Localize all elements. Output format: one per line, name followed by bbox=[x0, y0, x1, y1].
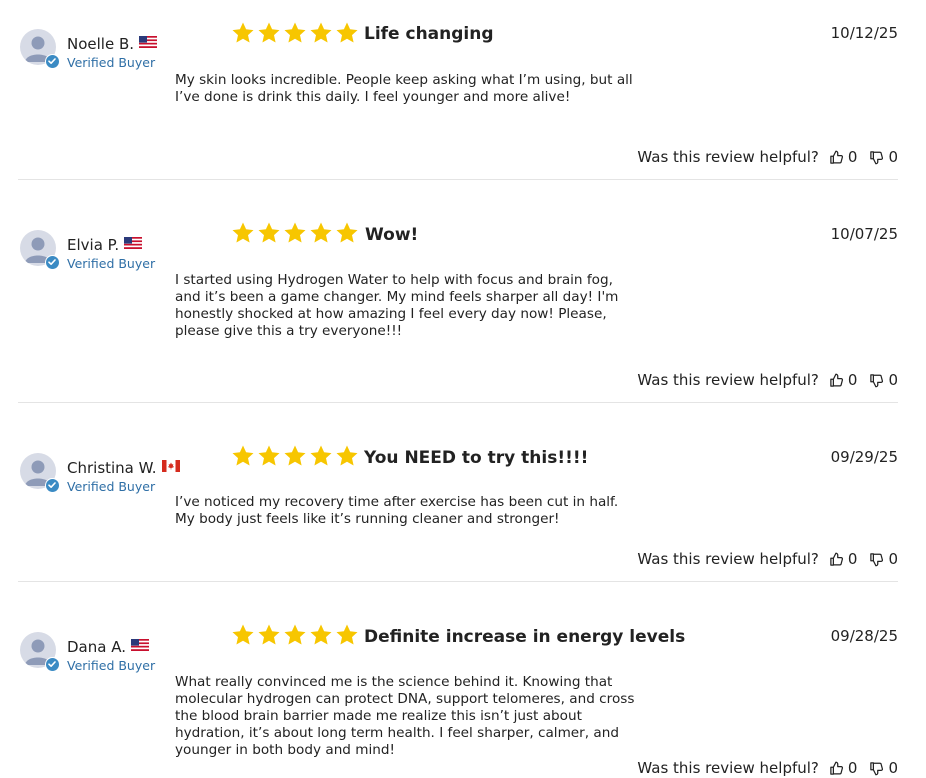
helpful-yes-button[interactable]: 0 bbox=[829, 550, 870, 568]
thumbs-down-icon bbox=[870, 373, 884, 387]
star-icon bbox=[336, 624, 358, 645]
star-icon bbox=[258, 222, 280, 243]
star-icon bbox=[232, 222, 254, 243]
helpful-prompt: Was this review helpful? bbox=[637, 148, 819, 166]
review-card: Elvia P. Verified Buyer Wow! 10/07/25 I … bbox=[18, 200, 898, 402]
helpful-prompt: Was this review helpful? bbox=[637, 371, 819, 389]
reviewer-name: Elvia P. bbox=[67, 235, 143, 254]
star-icon bbox=[284, 222, 306, 243]
helpful-no-button[interactable]: 0 bbox=[869, 550, 898, 568]
helpful-yes-button[interactable]: 0 bbox=[829, 148, 870, 166]
star-icon bbox=[336, 445, 358, 466]
verified-buyer-label: Verified Buyer bbox=[67, 479, 156, 494]
thumbs-down-icon bbox=[870, 761, 884, 775]
reviews-list: Noelle B. Verified Buyer Life changing 1… bbox=[0, 0, 926, 778]
star-icon bbox=[284, 445, 306, 466]
star-icon bbox=[310, 445, 332, 466]
review-divider bbox=[18, 402, 898, 403]
helpful-row: Was this review helpful? 0 0 bbox=[637, 371, 898, 389]
thumbs-up-icon bbox=[830, 150, 843, 164]
helpful-yes-count: 0 bbox=[847, 148, 858, 166]
verified-buyer-label: Verified Buyer bbox=[67, 55, 156, 70]
verified-check-icon bbox=[45, 255, 60, 270]
helpful-no-count: 0 bbox=[888, 148, 898, 166]
review-body: My skin looks incredible. People keep as… bbox=[175, 72, 633, 105]
review-date: 09/29/25 bbox=[830, 448, 898, 466]
review-card: Dana A. Verified Buyer Definite increase… bbox=[18, 602, 898, 778]
reviewer-name: Noelle B. bbox=[67, 34, 158, 53]
star-icon bbox=[232, 22, 254, 43]
star-rating bbox=[230, 21, 360, 45]
review-title: Life changing bbox=[364, 24, 494, 44]
star-icon bbox=[336, 22, 358, 43]
verified-buyer-label: Verified Buyer bbox=[67, 256, 156, 271]
review-title: Wow! bbox=[365, 225, 419, 245]
star-icon bbox=[284, 624, 306, 645]
review-date: 10/12/25 bbox=[830, 24, 898, 42]
review-divider bbox=[18, 179, 898, 180]
star-icon bbox=[284, 22, 306, 43]
thumbs-down-icon bbox=[870, 150, 884, 164]
helpful-row: Was this review helpful? 0 0 bbox=[637, 148, 898, 166]
helpful-no-count: 0 bbox=[888, 550, 898, 568]
review-divider bbox=[18, 581, 898, 582]
verified-buyer-label: Verified Buyer bbox=[67, 658, 156, 673]
star-icon bbox=[232, 624, 254, 645]
star-rating bbox=[230, 623, 360, 647]
review-card: Christina W. Verified Buyer You NEED to … bbox=[18, 423, 898, 581]
verified-check-icon bbox=[45, 478, 60, 493]
thumbs-up-icon bbox=[830, 552, 843, 566]
review-body: I’ve noticed my recovery time after exer… bbox=[175, 494, 619, 527]
helpful-prompt: Was this review helpful? bbox=[637, 759, 819, 777]
helpful-yes-button[interactable]: 0 bbox=[829, 759, 870, 777]
helpful-yes-button[interactable]: 0 bbox=[829, 371, 870, 389]
helpful-no-count: 0 bbox=[888, 759, 898, 777]
review-date: 09/28/25 bbox=[830, 627, 898, 645]
helpful-yes-count: 0 bbox=[847, 550, 858, 568]
review-body: I started using Hydrogen Water to help w… bbox=[175, 272, 619, 339]
helpful-no-button[interactable]: 0 bbox=[869, 371, 898, 389]
us-flag-icon bbox=[130, 637, 149, 655]
helpful-no-button[interactable]: 0 bbox=[869, 759, 898, 777]
us-flag-icon bbox=[124, 235, 143, 253]
review-date: 10/07/25 bbox=[830, 225, 898, 243]
star-icon bbox=[336, 222, 358, 243]
thumbs-up-icon bbox=[830, 373, 843, 387]
us-flag-icon bbox=[139, 34, 158, 52]
canada-flag-icon bbox=[161, 458, 180, 476]
helpful-prompt: Was this review helpful? bbox=[637, 550, 819, 568]
helpful-yes-count: 0 bbox=[847, 759, 858, 777]
helpful-row: Was this review helpful? 0 0 bbox=[637, 550, 898, 568]
reviewer-name: Christina W. bbox=[67, 458, 180, 477]
star-rating bbox=[230, 444, 360, 468]
star-icon bbox=[310, 222, 332, 243]
star-icon bbox=[258, 22, 280, 43]
star-icon bbox=[310, 624, 332, 645]
helpful-yes-count: 0 bbox=[847, 371, 858, 389]
review-title: Definite increase in energy levels bbox=[364, 627, 686, 647]
thumbs-down-icon bbox=[870, 552, 884, 566]
reviewer-name: Dana A. bbox=[67, 637, 149, 656]
star-rating bbox=[230, 221, 360, 245]
star-icon bbox=[310, 22, 332, 43]
star-icon bbox=[258, 624, 280, 645]
star-icon bbox=[232, 445, 254, 466]
thumbs-up-icon bbox=[830, 761, 843, 775]
review-title: You NEED to try this!!!! bbox=[364, 448, 589, 468]
review-card: Noelle B. Verified Buyer Life changing 1… bbox=[18, 0, 898, 180]
helpful-no-button[interactable]: 0 bbox=[869, 148, 898, 166]
helpful-no-count: 0 bbox=[888, 371, 898, 389]
star-icon bbox=[258, 445, 280, 466]
review-body: What really convinced me is the science … bbox=[175, 674, 635, 758]
helpful-row: Was this review helpful? 0 0 bbox=[637, 759, 898, 777]
verified-check-icon bbox=[45, 54, 60, 69]
verified-check-icon bbox=[45, 657, 60, 672]
